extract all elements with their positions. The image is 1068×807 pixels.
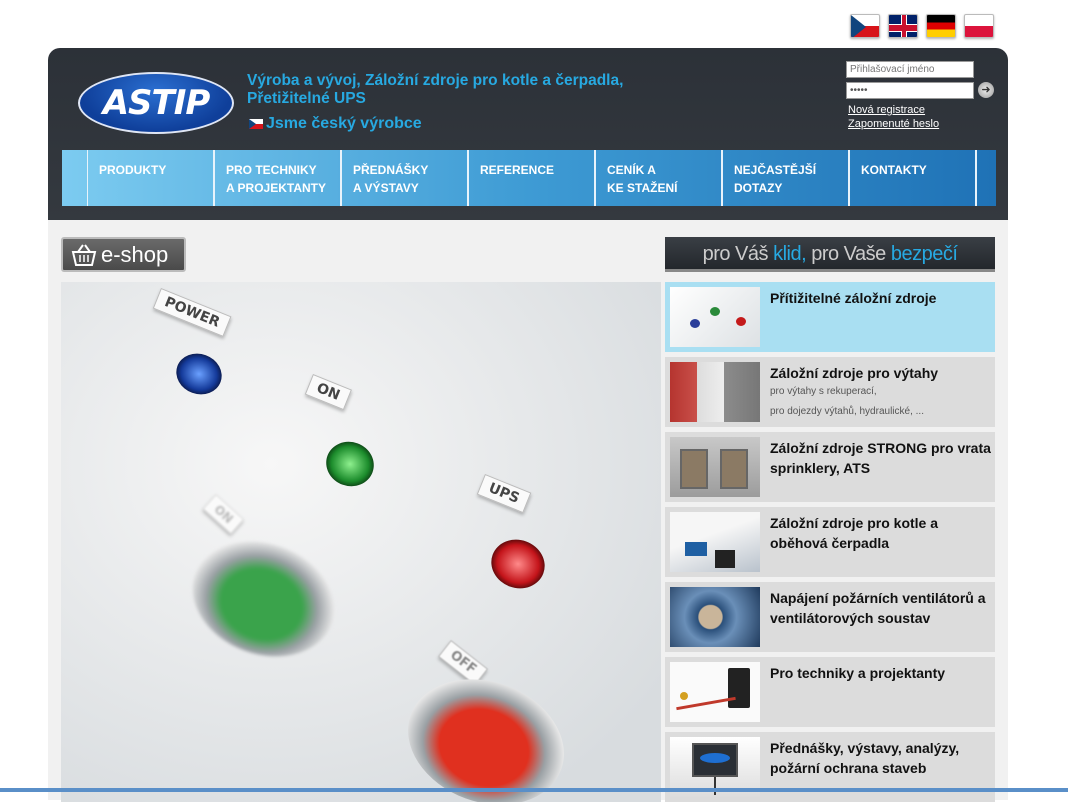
nav-end (977, 150, 996, 206)
category-title: Přednášky, výstavy, analýzy, požární och… (770, 740, 960, 776)
made-in-text: Jsme český výrobce (266, 115, 422, 132)
power-led (170, 347, 228, 401)
slogan-accent1: klid, (773, 243, 807, 265)
ups-led (484, 532, 552, 596)
category-thumbnail (670, 287, 760, 347)
category-title: Záložní zdroje pro výtahy (770, 365, 939, 381)
polish-flag-icon[interactable] (964, 14, 994, 38)
on-button (176, 522, 351, 676)
on-label: ON (304, 374, 352, 410)
forgot-password-link[interactable]: Zapomenuté heslo (848, 117, 996, 131)
slogan-part2: pro Vaše (806, 243, 891, 265)
nav-reference[interactable]: REFERENCE (469, 150, 596, 206)
slogan-accent2: bezpečí (890, 243, 958, 265)
nav-cenik[interactable]: CENÍK A KE STAŽENÍ (596, 150, 723, 206)
czech-flag-icon (249, 119, 263, 129)
slogan-part1: pro Váš (702, 243, 774, 265)
slogan-banner: pro Váš klid, pro Vaše bezpečí (665, 237, 995, 272)
nav-label: NEJČASTĚJŠÍ DOTAZY (734, 163, 817, 195)
category-title: Přítižitelné záložní zdroje (770, 290, 937, 306)
category-thumbnail (670, 587, 760, 647)
language-switcher (850, 14, 994, 38)
logo-text: ASTIP (102, 83, 211, 123)
category-item[interactable]: Záložní zdroje STRONG pro vrata sprinkle… (665, 432, 995, 502)
category-thumbnail (670, 437, 760, 497)
off-button (390, 658, 582, 802)
nav-spacer (62, 150, 88, 206)
astip-logo[interactable]: ASTIP (78, 72, 234, 134)
category-item[interactable]: Pro techniky a projektanty (665, 657, 995, 727)
nav-label: PŘEDNÁŠKY A VÝSTAVY (353, 163, 429, 195)
czech-flag-icon[interactable] (850, 14, 880, 38)
english-flag-icon[interactable] (888, 14, 918, 38)
category-item[interactable]: Záložní zdroje pro kotle a oběhová čerpa… (665, 507, 995, 577)
category-item[interactable]: Záložní zdroje pro výtahy pro výtahy s r… (665, 357, 995, 427)
category-title: Záložní zdroje pro kotle a oběhová čerpa… (770, 515, 939, 551)
category-thumbnail (670, 362, 760, 422)
nav-prednasky[interactable]: PŘEDNÁŠKY A VÝSTAVY (342, 150, 469, 206)
category-subtitle: pro dojezdy výtahů, hydraulické, ... (770, 406, 924, 417)
site-header: ASTIP Výroba a vývoj, Záložní zdroje pro… (48, 48, 1008, 220)
category-item[interactable]: Přítižitelné záložní zdroje (665, 282, 995, 352)
german-flag-icon[interactable] (926, 14, 956, 38)
nav-label: REFERENCE (480, 163, 555, 177)
nav-pro-techniky[interactable]: PRO TECHNIKY A PROJEKTANTY (215, 150, 342, 206)
login-submit-button[interactable]: ➜ (978, 82, 994, 98)
username-input[interactable] (846, 61, 974, 78)
category-title: Pro techniky a projektanty (770, 665, 946, 681)
nav-label: PRO TECHNIKY A PROJEKTANTY (226, 163, 327, 195)
tagline: Výroba a vývoj, Záložní zdroje pro kotle… (247, 72, 667, 108)
power-label: POWER (152, 288, 232, 337)
nav-label: PRODUKTY (99, 163, 167, 177)
eshop-label: e-shop (101, 241, 169, 267)
window-bottom-bar (0, 788, 1068, 792)
made-in-czech: Jsme český výrobce (249, 115, 422, 133)
nav-produkty[interactable]: PRODUKTY (88, 150, 215, 206)
hero-image: POWER ON UPS ON OFF (61, 282, 661, 802)
on-button-label: ON (202, 494, 245, 535)
nav-label: CENÍK A KE STAŽENÍ (607, 163, 678, 195)
nav-label: KONTAKTY (861, 163, 927, 177)
category-title: Záložní zdroje STRONG pro vrata sprinkle… (770, 440, 991, 476)
password-input[interactable] (846, 82, 974, 99)
category-title: Napájení požárních ventilátorů a ventilá… (770, 590, 986, 626)
main-content: e-shop POWER ON UPS ON OFF pro Váš klid,… (48, 220, 1008, 802)
tagline-line2: Přetižitelné UPS (247, 90, 366, 107)
category-subtitle: pro výtahy s rekuperací, (770, 386, 877, 397)
category-list: Přítižitelné záložní zdroje Záložní zdro… (665, 282, 995, 807)
nav-dotazy[interactable]: NEJČASTĚJŠÍ DOTAZY (723, 150, 850, 206)
ups-label: UPS (476, 474, 532, 514)
tagline-line1: Výroba a vývoj, Záložní zdroje pro kotle… (247, 72, 624, 89)
eshop-button[interactable]: e-shop (61, 237, 186, 272)
basket-icon (71, 243, 97, 266)
login-form: ➜ Nová registrace Zapomenuté heslo (846, 61, 996, 131)
arrow-right-icon: ➜ (981, 84, 991, 96)
main-navigation: PRODUKTY PRO TECHNIKY A PROJEKTANTY PŘED… (62, 150, 996, 206)
register-link[interactable]: Nová registrace (848, 103, 996, 117)
nav-kontakty[interactable]: KONTAKTY (850, 150, 977, 206)
on-led (319, 435, 381, 493)
category-thumbnail (670, 662, 760, 722)
category-item[interactable]: Napájení požárních ventilátorů a ventilá… (665, 582, 995, 652)
category-thumbnail (670, 512, 760, 572)
